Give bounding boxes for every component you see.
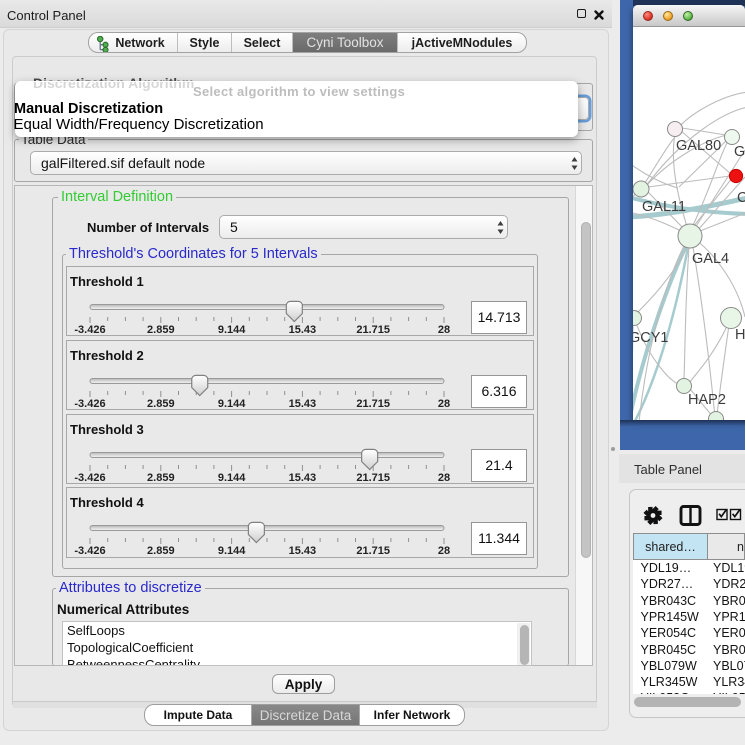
svg-text:2.859: 2.859	[147, 545, 175, 557]
svg-text:-3.426: -3.426	[74, 398, 105, 410]
svg-text:C: C	[737, 190, 745, 206]
svg-text:GCY1: GCY1	[633, 330, 669, 346]
svg-text:15.43: 15.43	[289, 472, 317, 484]
svg-text:28: 28	[438, 545, 450, 557]
svg-text:28: 28	[438, 472, 450, 484]
svg-text:9.144: 9.144	[218, 398, 246, 410]
svg-text:GAL4: GAL4	[692, 251, 729, 267]
svg-text:GA: GA	[734, 144, 745, 160]
svg-text:GAL11: GAL11	[642, 199, 686, 215]
svg-text:2.859: 2.859	[147, 398, 175, 410]
svg-text:21.715: 21.715	[356, 472, 390, 484]
svg-text:21.715: 21.715	[356, 545, 390, 557]
svg-text:9.144: 9.144	[218, 545, 246, 557]
svg-text:28: 28	[438, 398, 450, 410]
svg-text:-3.426: -3.426	[74, 324, 105, 336]
svg-text:15.43: 15.43	[289, 324, 317, 336]
svg-text:2.859: 2.859	[147, 472, 175, 484]
svg-text:21.715: 21.715	[356, 324, 390, 336]
svg-text:HAP2: HAP2	[688, 392, 726, 408]
svg-text:15.43: 15.43	[289, 545, 317, 557]
svg-text:2.859: 2.859	[147, 324, 175, 336]
svg-text:GAL80: GAL80	[676, 138, 721, 154]
svg-text:9.144: 9.144	[218, 472, 246, 484]
svg-text:9.144: 9.144	[218, 324, 246, 336]
svg-text:28: 28	[438, 324, 450, 336]
svg-text:-3.426: -3.426	[74, 545, 105, 557]
svg-text:-3.426: -3.426	[74, 472, 105, 484]
svg-text:15.43: 15.43	[289, 398, 317, 410]
svg-text:21.715: 21.715	[356, 398, 390, 410]
svg-text:H: H	[735, 327, 745, 343]
